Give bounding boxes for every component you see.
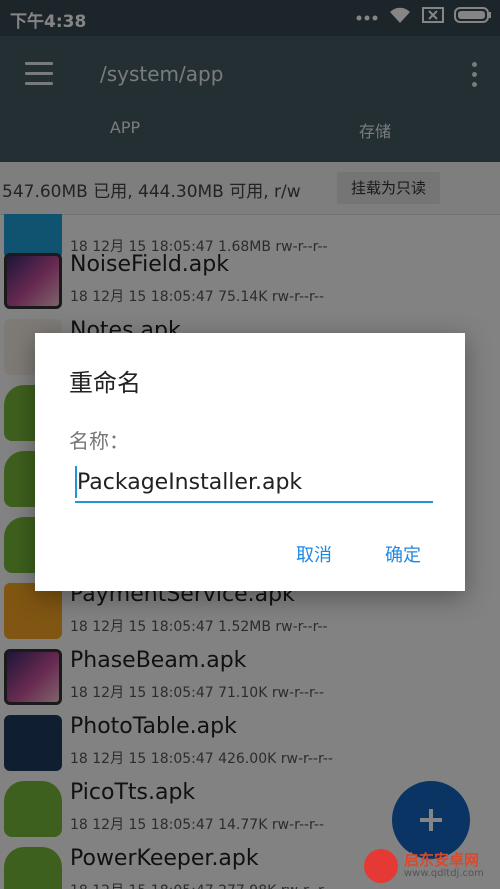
watermark-url: www.qdltdj.com bbox=[404, 868, 484, 879]
name-label: 名称： bbox=[69, 429, 129, 453]
watermark: 启东安卓网 www.qdltdj.com bbox=[358, 845, 500, 889]
dialog-title: 重命名 bbox=[69, 369, 141, 397]
watermark-brand: 启东安卓网 bbox=[404, 851, 480, 869]
filename-input[interactable] bbox=[75, 463, 433, 503]
cancel-button[interactable]: 取消 bbox=[296, 541, 332, 567]
confirm-button[interactable]: 确定 bbox=[385, 541, 421, 567]
text-cursor bbox=[75, 466, 77, 498]
watermark-logo-icon bbox=[364, 849, 398, 883]
rename-dialog: 重命名 名称： 取消 确定 bbox=[35, 333, 465, 591]
